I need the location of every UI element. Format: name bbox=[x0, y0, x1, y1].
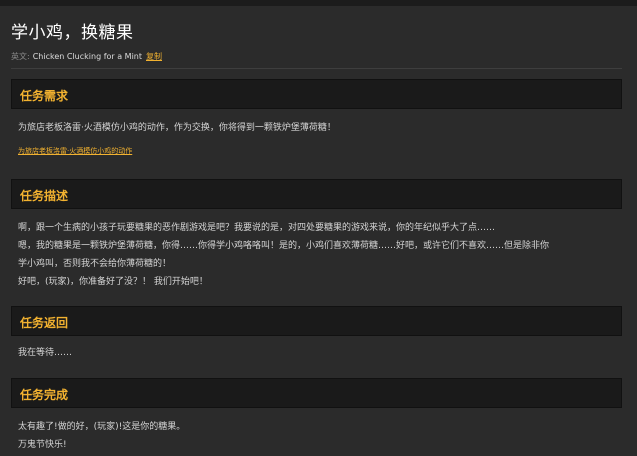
description-line-2: 嗯，我的糖果是一颗铁炉堡薄荷糖，你得……你得学小鸡咯咯叫！是的，小鸡们喜欢薄荷糖… bbox=[18, 241, 550, 251]
complete-line-1: 太有趣了!做的好，(玩家)!这是你的糖果。 bbox=[18, 422, 186, 432]
section-title-complete: 任务完成 bbox=[20, 388, 69, 402]
english-title: Chicken Clucking for a Mint bbox=[32, 52, 143, 61]
copy-link[interactable]: 复制 bbox=[146, 52, 162, 61]
section-header-complete: 任务完成 bbox=[11, 378, 622, 408]
return-text: 我在等待…… bbox=[18, 348, 73, 358]
section-title-requirement: 任务需求 bbox=[20, 89, 69, 103]
description-line-3: 学小鸡叫，否则我不会给你薄荷糖的！ bbox=[18, 259, 172, 269]
description-line-4: 好吧，(玩家)，你准备好了没？！ 我们开始吧！ bbox=[18, 277, 208, 287]
section-header-description: 任务描述 bbox=[11, 179, 622, 209]
complete-line-2: 万鬼节快乐! bbox=[18, 440, 67, 450]
english-title-line: 英文: Chicken Clucking for a Mint 复制 bbox=[11, 51, 162, 62]
section-header-requirement: 任务需求 bbox=[11, 79, 622, 109]
page-title: 学小鸡，换糖果 bbox=[11, 23, 134, 43]
requirement-objective-link[interactable]: 为旅店老板洛雷·火酒模仿小鸡的动作 bbox=[18, 146, 132, 156]
section-header-return: 任务返回 bbox=[11, 306, 622, 336]
english-label: 英文: bbox=[11, 52, 30, 61]
title-divider bbox=[11, 68, 622, 69]
top-bar bbox=[0, 0, 637, 6]
section-title-description: 任务描述 bbox=[20, 189, 69, 203]
requirement-text: 为旅店老板洛雷·火酒模仿小鸡的动作，作为交换，你将得到一颗铁炉堡薄荷糖！ bbox=[18, 123, 336, 133]
section-title-return: 任务返回 bbox=[20, 316, 69, 330]
description-line-1: 啊，跟一个生病的小孩子玩要糖果的恶作剧游戏是吧？我要说的是，对四处要糖果的游戏来… bbox=[18, 223, 496, 233]
